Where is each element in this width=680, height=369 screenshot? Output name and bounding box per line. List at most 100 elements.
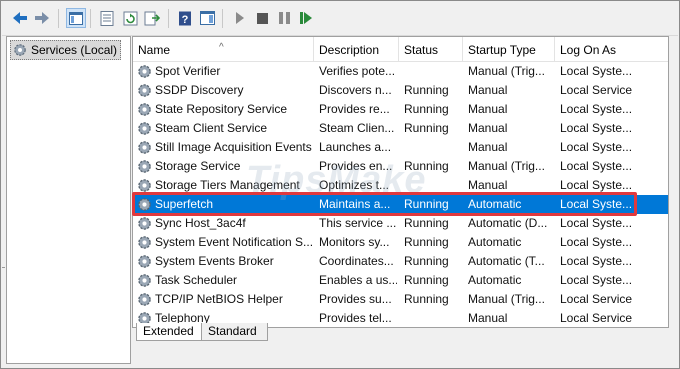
cell-logon: Local Syste...: [560, 216, 633, 230]
table-row[interactable]: Spot Verifier Verifies pote... Manual (Tri…: [133, 62, 668, 81]
column-header-label: Startup Type: [468, 43, 536, 57]
service-gear-icon: [137, 235, 152, 250]
column-header-startup-type[interactable]: Startup Type: [463, 37, 555, 61]
tree-item-services-local[interactable]: Services (Local): [10, 40, 122, 60]
export-list-icon[interactable]: [142, 8, 162, 28]
table-row[interactable]: State Repository Service Provides re... Ru…: [133, 100, 668, 119]
back-arrow-icon[interactable]: [10, 8, 30, 28]
cell-description: Discovers n...: [319, 83, 392, 97]
cell-name: Still Image Acquisition Events: [155, 140, 312, 154]
cell-status: Running: [404, 159, 449, 173]
forward-arrow-icon[interactable]: [32, 8, 52, 28]
cell-name: State Repository Service: [155, 102, 288, 116]
cell-status: Running: [404, 216, 449, 230]
service-gear-icon: [137, 102, 152, 117]
service-gear-icon: [137, 159, 152, 174]
column-header-description[interactable]: Description: [314, 37, 399, 61]
cell-status: Running: [404, 121, 449, 135]
table-row[interactable]: System Events Broker Coordinates... Runnin…: [133, 252, 668, 271]
column-header-row: Name ^ Description Status Startup Type L…: [133, 37, 668, 62]
column-header-name[interactable]: Name ^: [133, 37, 314, 61]
table-row[interactable]: Sync Host_3ac4f This service ... Running Au…: [133, 214, 668, 233]
cell-name: Sync Host_3ac4f: [155, 216, 246, 230]
cell-logon: Local Syste...: [560, 102, 633, 116]
cell-startup: Manual (Trig...: [468, 159, 545, 173]
service-gear-icon: [137, 216, 152, 231]
view-tabs: Extended Standard: [132, 323, 667, 341]
service-gear-icon: [137, 83, 152, 98]
restart-icon[interactable]: [296, 8, 316, 28]
tab-label: Standard: [208, 324, 257, 338]
cell-startup: Manual: [468, 140, 508, 154]
cell-name: SSDP Discovery: [155, 83, 244, 97]
cell-description: Verifies pote...: [319, 64, 396, 78]
refresh-icon[interactable]: [120, 8, 140, 28]
play-icon[interactable]: [230, 8, 250, 28]
service-gear-icon: [137, 292, 152, 307]
show-hide-console-tree-icon[interactable]: [66, 8, 86, 28]
stop-icon[interactable]: [252, 8, 272, 28]
cell-logon: Local Syste...: [560, 273, 633, 287]
cell-status: [404, 62, 462, 81]
cell-name: Task Scheduler: [155, 273, 238, 287]
cell-startup: Manual (Trig...: [468, 64, 545, 78]
cell-description: Launches a...: [319, 140, 392, 154]
cell-description: Coordinates...: [319, 254, 394, 268]
cell-startup: Automatic (T...: [468, 254, 545, 268]
cell-logon: Local Syste...: [560, 121, 633, 135]
cell-description: Provides re...: [319, 102, 390, 116]
cell-status: Running: [404, 254, 449, 268]
cell-startup: Manual (Trig...: [468, 292, 545, 306]
pause-icon[interactable]: [274, 8, 294, 28]
highlight-annotation-box: [132, 192, 637, 216]
column-header-status[interactable]: Status: [399, 37, 463, 61]
table-row[interactable]: Steam Client Service Steam Clien... Runnin…: [133, 119, 668, 138]
table-row[interactable]: SSDP Discovery Discovers n... Running Manua…: [133, 81, 668, 100]
cell-logon: Local Syste...: [560, 159, 633, 173]
service-gear-icon: [137, 140, 152, 155]
tab-label: Extended: [143, 324, 194, 338]
tab-extended[interactable]: Extended: [136, 323, 203, 341]
cell-startup: Manual: [468, 102, 508, 116]
table-row[interactable]: Still Image Acquisition Events Launches a…: [133, 138, 668, 157]
cell-description: Provides su...: [319, 292, 392, 306]
show-hide-action-pane-icon[interactable]: [197, 8, 217, 28]
cell-name: TCP/IP NetBIOS Helper: [155, 292, 283, 306]
table-row[interactable]: System Event Notification S... Monitors s…: [133, 233, 668, 252]
cell-startup: Automatic: [468, 235, 522, 249]
cell-status: Running: [404, 102, 449, 116]
service-gear-icon: [137, 273, 152, 288]
cell-startup: Manual: [468, 83, 508, 97]
cell-description: Monitors sy...: [319, 235, 390, 249]
service-gear-icon: [137, 178, 152, 193]
svg-text:?: ?: [182, 14, 189, 26]
cell-status: Running: [404, 292, 449, 306]
properties-icon[interactable]: [97, 8, 117, 28]
divider: [2, 267, 5, 268]
services-list-pane: Name ^ Description Status Startup Type L…: [132, 36, 669, 328]
column-header-label: Status: [404, 43, 439, 57]
console-tree-pane: Services (Local): [6, 36, 131, 364]
table-row[interactable]: Storage Service Provides en... Running Manu…: [133, 157, 668, 176]
cell-description: Steam Clien...: [319, 121, 395, 135]
service-gear-icon: [137, 121, 152, 136]
cell-logon: Local Syste...: [560, 235, 633, 249]
sort-ascending-icon: ^: [219, 42, 224, 53]
column-header-label: Log On As: [560, 43, 617, 57]
column-header-log-on-as[interactable]: Log On As: [555, 37, 668, 61]
tree-item-label: Services (Local): [31, 43, 118, 57]
cell-status: Running: [404, 235, 449, 249]
table-row[interactable]: Task Scheduler Enables a us... Running Auto…: [133, 271, 668, 290]
cell-logon: Local Syste...: [560, 254, 633, 268]
tab-standard[interactable]: Standard: [201, 323, 268, 341]
cell-startup: Automatic: [468, 273, 522, 287]
column-header-label: Description: [319, 43, 380, 57]
cell-name: System Event Notification S...: [155, 235, 313, 249]
cell-status: Running: [404, 273, 449, 287]
cell-name: Steam Client Service: [155, 121, 268, 135]
cell-startup: Automatic (D...: [468, 216, 548, 230]
cell-startup: Manual: [468, 121, 508, 135]
help-icon[interactable]: ?: [175, 8, 195, 28]
cell-description: Enables a us...: [319, 273, 397, 287]
table-row[interactable]: TCP/IP NetBIOS Helper Provides su... Runni…: [133, 290, 668, 309]
